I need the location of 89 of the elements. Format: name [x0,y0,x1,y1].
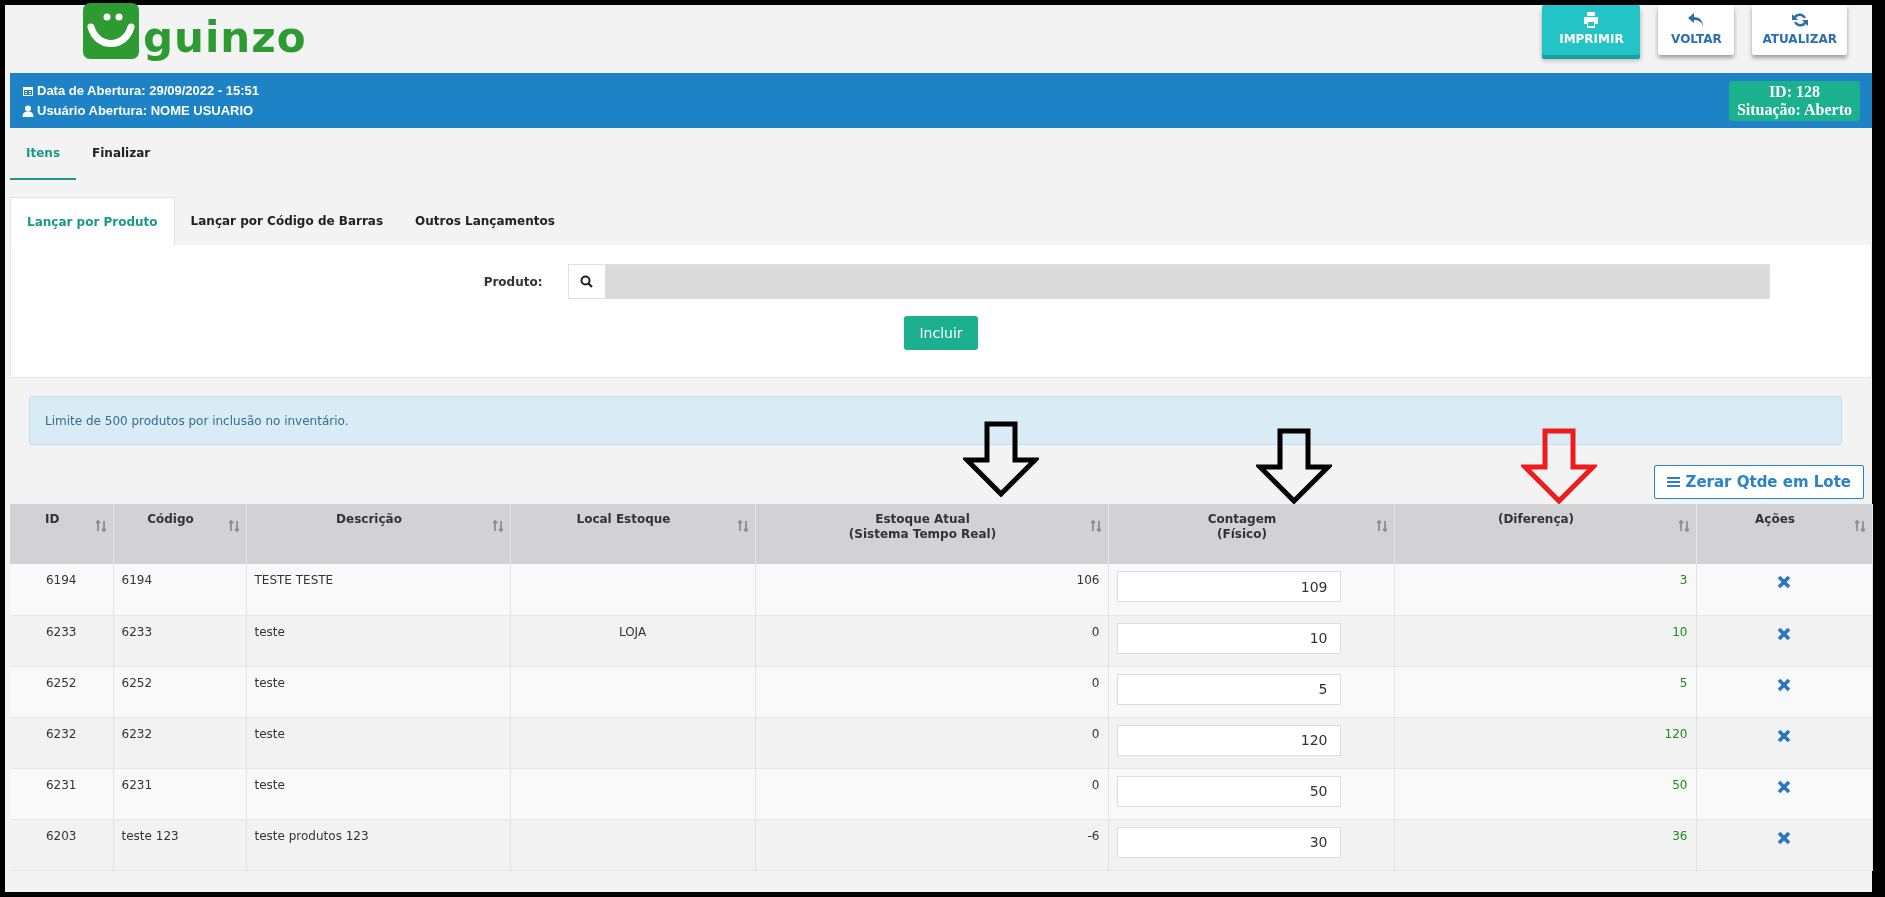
column-header[interactable]: Ações [1696,504,1872,564]
table-cell: 6231 [113,768,246,819]
printer-icon [1582,11,1601,29]
table-cell: 6203 [10,819,113,870]
tab[interactable]: Lançar por Produto [10,197,175,245]
close-icon [1777,677,1791,692]
table-cell: 6252 [113,666,246,717]
table-cell: 6194 [113,564,246,615]
table-cell: 6231 [10,768,113,819]
sort-icon[interactable] [95,520,106,532]
calendar-icon [22,84,34,97]
back-arrow-icon [1687,11,1706,29]
table-cell: 0 [755,615,1108,666]
table-cell: 0 [755,666,1108,717]
count-input-field[interactable]: 109 [1116,571,1341,602]
back-button[interactable]: VOLTAR [1658,5,1735,55]
sort-icon[interactable] [1376,520,1387,532]
count-input-field[interactable]: 50 [1116,775,1341,807]
sort-icon[interactable] [737,520,748,532]
table-cell: 36 [1394,819,1696,870]
delete-button[interactable] [1777,626,1791,641]
refresh-button[interactable]: ATUALIZAR [1752,5,1847,55]
table-cell: 0 [755,768,1108,819]
info-alert: Limite de 500 produtos por inclusão no inventário. [29,396,1842,445]
table-cell: 50 [1394,768,1696,819]
tab[interactable]: Lançar por Código de Barras [174,197,400,245]
table-cell: teste [246,666,510,717]
column-header[interactable]: ID [10,504,113,564]
count-input-field[interactable]: 10 [1116,622,1341,654]
table-cell: teste [246,615,510,666]
search-icon [580,275,593,288]
column-header[interactable]: Local Estoque [510,504,755,564]
tab[interactable]: Outros Lançamentos [399,197,571,245]
table-cell: 106 [755,564,1108,615]
column-header[interactable]: Descrição [246,504,510,564]
table-cell: teste 123 [113,819,246,870]
user-icon [22,104,34,117]
table-cell: 6233 [113,615,246,666]
smiley-logo-icon [83,3,139,59]
table-cell: teste produtos 123 [246,819,510,870]
count-input-field[interactable]: 120 [1116,724,1341,756]
field-label: Produto: [482,274,544,289]
batch-reset-button[interactable]: Zerar Qtde em Lote [1653,465,1864,499]
table-cell: 6233 [10,615,113,666]
table-cell: TESTE TESTE [246,564,510,615]
sort-icon[interactable] [492,520,503,532]
product-search-field[interactable] [567,264,1770,299]
count-input-field[interactable]: 30 [1116,826,1341,858]
logo-text: guinzo [143,17,307,59]
sort-icon[interactable] [1090,520,1101,532]
table-cell: teste [246,768,510,819]
table-cell: LOJA [510,615,755,666]
delete-button[interactable] [1777,779,1791,794]
table-cell: 10 [1394,615,1696,666]
column-header[interactable]: Código [113,504,246,564]
table-cell: 6232 [10,717,113,768]
refresh-icon [1790,11,1809,29]
count-input-field[interactable]: 5 [1116,673,1341,705]
table-cell: 6194 [10,564,113,615]
close-icon [1777,626,1791,641]
delete-button[interactable] [1777,830,1791,845]
column-header[interactable]: (Diferença) [1394,504,1696,564]
table-cell: 120 [1394,717,1696,768]
table-cell: teste [246,717,510,768]
delete-button[interactable] [1777,728,1791,743]
tab[interactable]: Finalizar [76,128,167,180]
column-header[interactable]: Estoque Atual (Sistema Tempo Real) [755,504,1108,564]
sort-icon[interactable] [1678,520,1689,532]
record-id: ID: 128 [1767,82,1821,101]
search-button[interactable] [568,265,606,298]
close-icon [1777,779,1791,794]
close-icon [1777,830,1791,845]
menu-icon [1666,476,1680,488]
close-icon [1777,728,1791,743]
opening-user: Usuário Abertura: NOME USUARIO [37,103,254,118]
table-cell: 3 [1394,564,1696,615]
delete-button[interactable] [1777,575,1791,589]
record-status: Situação: Aberto [1736,100,1852,119]
opening-date: Data de Abertura: 29/09/2022 - 15:51 [37,83,260,98]
close-icon [1777,575,1791,589]
sort-icon[interactable] [228,520,239,532]
table-cell: 5 [1394,666,1696,717]
delete-button[interactable] [1777,677,1791,692]
table-cell: 6252 [10,666,113,717]
sort-icon[interactable] [1854,520,1865,532]
table-cell: -6 [755,819,1108,870]
table-cell: 6232 [113,717,246,768]
column-header[interactable]: Contagem (Físico) [1108,504,1394,564]
table-cell: 0 [755,717,1108,768]
